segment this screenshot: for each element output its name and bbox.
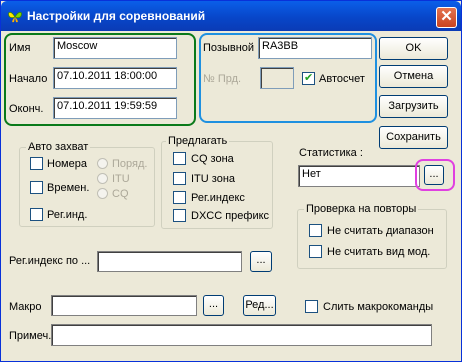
note-label: Примеч. (9, 330, 52, 342)
highlight-magenta (415, 159, 455, 191)
suggest-region-checkbox[interactable] (173, 191, 186, 204)
macro-edit-button[interactable]: Ред... (243, 295, 276, 316)
order-radio (97, 158, 108, 169)
suggest-region-label: Рег.индекс (191, 192, 245, 204)
merge-macros-checkbox[interactable] (305, 300, 318, 313)
suggest-cq-label: CQ зона (191, 153, 234, 165)
macro-browse-button[interactable]: ... (203, 295, 224, 316)
highlight-green (4, 33, 196, 126)
note-input[interactable] (51, 324, 432, 346)
suggest-itu-checkbox[interactable] (173, 172, 186, 185)
statistics-input[interactable]: Нет (298, 165, 420, 187)
close-button[interactable]: ✕ (436, 7, 457, 28)
macro-label: Макро (9, 301, 42, 313)
suggest-cq-checkbox[interactable] (173, 152, 186, 165)
highlight-blue (199, 33, 377, 123)
repeat-check-title: Проверка на повторы (304, 203, 419, 215)
auto-capture-time-checkbox[interactable] (30, 181, 43, 194)
contest-settings-dialog: Настройки для соревнований ✕ Имя Moscow … (0, 0, 462, 362)
auto-capture-title: Авто захват (26, 141, 91, 153)
statistics-label: Статистика : (299, 147, 363, 159)
cancel-button[interactable]: Отмена (379, 65, 448, 88)
suggest-itu-label: ITU зона (191, 173, 236, 185)
suggest-dxcc-checkbox[interactable] (173, 209, 186, 222)
itu-radio-label: ITU (112, 173, 130, 185)
merge-macros-label: Слить макрокоманды (323, 301, 434, 313)
title-bar[interactable]: Настройки для соревнований ✕ (1, 1, 461, 31)
auto-capture-number-checkbox[interactable] (30, 157, 43, 170)
window-title: Настройки для соревнований (27, 9, 206, 23)
butterfly-icon (8, 11, 22, 23)
cq-radio-label: CQ (112, 188, 129, 200)
ignore-band-checkbox[interactable] (309, 224, 322, 237)
auto-capture-region-label: Рег.инд. (47, 209, 88, 221)
macro-input[interactable] (51, 295, 197, 316)
suggest-dxcc-label: DXCC префикс (191, 210, 270, 222)
ok-button[interactable]: OK (379, 37, 448, 60)
ignore-mode-label: Не считать вид мод. (327, 246, 431, 258)
cq-radio (97, 188, 108, 199)
ignore-band-label: Не считать диапазон (327, 225, 434, 237)
region-index-input[interactable] (97, 251, 242, 272)
itu-radio (97, 173, 108, 184)
region-index-browse-button[interactable]: ... (250, 251, 272, 272)
auto-capture-region-checkbox[interactable] (30, 208, 43, 221)
auto-capture-number-label: Номера (47, 158, 87, 170)
load-button[interactable]: Загрузить (379, 95, 448, 118)
repeat-check-group: Проверка на повторы (297, 203, 447, 269)
ignore-mode-checkbox[interactable] (309, 245, 322, 258)
region-index-label: Рег.индекс по ... (9, 255, 91, 267)
suggest-title: Предлагать (166, 135, 230, 147)
auto-capture-time-label: Времен. (47, 182, 90, 194)
save-button[interactable]: Сохранить (379, 126, 448, 149)
order-radio-label: Поряд. (112, 158, 148, 170)
